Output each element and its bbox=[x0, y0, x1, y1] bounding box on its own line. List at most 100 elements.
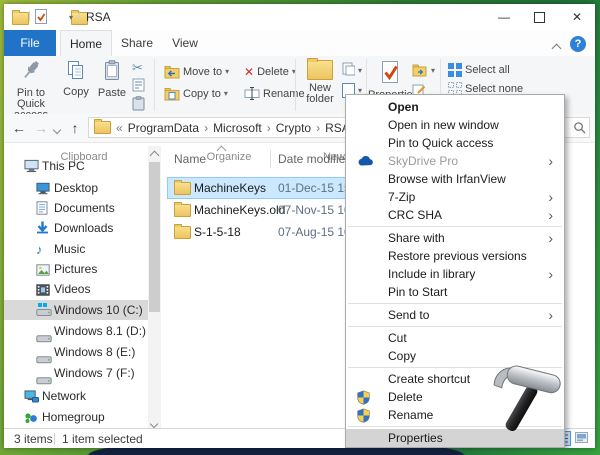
paste-shortcut-icon[interactable] bbox=[132, 96, 145, 114]
menu-item-pin-to-quick-access[interactable]: Pin to Quick access bbox=[346, 134, 564, 152]
sidebar-item-windows7-f[interactable]: Windows 7 (F:) bbox=[4, 363, 148, 383]
network-icon bbox=[24, 389, 39, 409]
window-title: RSA bbox=[86, 10, 111, 24]
copy-to-label: Copy to bbox=[183, 88, 221, 100]
sidebar-item-windows8-e[interactable]: Windows 8 (E:) bbox=[4, 342, 148, 362]
qat-dropdown-icon[interactable]: ▾ bbox=[69, 14, 73, 22]
menu-item-include-in-library[interactable]: Include in library› bbox=[346, 265, 564, 283]
submenu-arrow-icon: › bbox=[548, 188, 553, 206]
scroll-up-icon[interactable] bbox=[151, 148, 158, 162]
tab-file[interactable]: File bbox=[4, 30, 56, 56]
forward-button[interactable]: → bbox=[30, 114, 52, 142]
column-divider[interactable] bbox=[270, 150, 271, 168]
sort-ascending-icon bbox=[218, 143, 225, 157]
new-item-button[interactable]: ▾ bbox=[342, 62, 362, 79]
status-divider bbox=[54, 433, 55, 445]
properties-quick-icon[interactable] bbox=[35, 9, 47, 27]
explorer-app-icon bbox=[12, 12, 29, 25]
menu-item-7zip[interactable]: 7-Zip› bbox=[346, 188, 564, 206]
item-count: 3 items bbox=[14, 432, 53, 446]
crumb-microsoft[interactable]: Microsoft bbox=[213, 121, 262, 135]
select-all-icon bbox=[448, 63, 462, 77]
cut-icon[interactable]: ✂ bbox=[132, 60, 143, 76]
new-folder-button[interactable]: New folder bbox=[300, 58, 340, 105]
search-icon bbox=[573, 121, 586, 137]
hammer-watermark bbox=[486, 358, 574, 437]
uac-shield-icon bbox=[357, 408, 370, 428]
close-button[interactable]: ✕ bbox=[561, 6, 593, 28]
video-icon bbox=[36, 282, 50, 302]
crumb-separator: › bbox=[267, 121, 271, 135]
thumbnail-view-button[interactable] bbox=[574, 431, 591, 446]
paste-icon bbox=[94, 60, 130, 85]
column-header-date-modified[interactable]: Date modified bbox=[278, 152, 352, 166]
sidebar-scrollbar[interactable] bbox=[148, 146, 161, 428]
menu-separator bbox=[348, 226, 562, 227]
open-button[interactable]: ▾ bbox=[412, 62, 435, 79]
back-button[interactable]: ← bbox=[8, 114, 30, 142]
sidebar-item-windows81-d[interactable]: Windows 8.1 (D:) bbox=[4, 321, 148, 341]
sidebar-item-desktop[interactable]: Desktop bbox=[4, 178, 148, 198]
menu-item-skydrive-pro[interactable]: SkyDrive Pro › bbox=[346, 152, 564, 170]
maximize-icon bbox=[534, 12, 545, 23]
sidebar-item-homegroup[interactable]: Homegroup bbox=[4, 407, 148, 427]
sidebar-item-windows10-c[interactable]: Windows 10 (C:) bbox=[4, 300, 148, 320]
sidebar-item-videos[interactable]: Videos bbox=[4, 279, 148, 299]
paste-label: Paste bbox=[98, 87, 126, 99]
drive-windows-icon bbox=[36, 303, 52, 323]
delete-button[interactable]: ✕ Delete▾ bbox=[244, 63, 296, 80]
copy-to-button[interactable]: Copy to▾ bbox=[164, 85, 228, 102]
crumb-crypto[interactable]: Crypto bbox=[276, 121, 311, 135]
select-all-label: Select all bbox=[465, 64, 510, 76]
tab-view[interactable]: View bbox=[162, 30, 208, 55]
pin-to-quick-access-button[interactable]: Pin to Quick access bbox=[6, 58, 56, 121]
sidebar-item-this-pc[interactable]: This PC bbox=[4, 156, 148, 176]
column-header-name[interactable]: Name bbox=[174, 152, 206, 166]
delete-label: Delete bbox=[257, 66, 289, 78]
paste-button[interactable]: Paste bbox=[94, 58, 130, 99]
menu-item-browse-with-irfanview[interactable]: Browse with IrfanView bbox=[346, 170, 564, 188]
open-icon bbox=[412, 64, 428, 77]
menu-separator bbox=[348, 303, 562, 304]
new-folder-label-line2: folder bbox=[306, 93, 334, 105]
move-to-button[interactable]: Move to▾ bbox=[164, 63, 229, 80]
scrollbar-thumb[interactable] bbox=[149, 162, 160, 312]
sidebar-item-downloads[interactable]: Downloads bbox=[4, 218, 148, 238]
collapse-ribbon-icon[interactable] bbox=[553, 41, 560, 55]
copy-button[interactable]: Copy bbox=[58, 58, 94, 98]
help-icon[interactable]: ? bbox=[570, 36, 586, 52]
new-folder-icon bbox=[307, 60, 333, 80]
explorer-window: | ▾ | RSA — ✕ File Home Share View ? Pin… bbox=[4, 4, 595, 448]
menu-item-open-in-new-window[interactable]: Open in new window bbox=[346, 116, 564, 134]
maximize-button[interactable] bbox=[523, 6, 555, 28]
copy-to-icon bbox=[164, 87, 180, 101]
sidebar-item-music[interactable]: ♪ Music bbox=[4, 239, 148, 259]
select-none-label: Select none bbox=[465, 83, 523, 95]
tab-share[interactable]: Share bbox=[112, 30, 162, 55]
crumb-separator: › bbox=[316, 121, 320, 135]
location-folder-icon bbox=[94, 121, 111, 134]
sidebar-item-documents[interactable]: Documents bbox=[4, 198, 148, 218]
select-all-button[interactable]: Select all bbox=[448, 61, 510, 78]
crumb-programdata[interactable]: ProgramData bbox=[128, 121, 199, 135]
menu-item-open[interactable]: Open bbox=[346, 98, 564, 116]
copy-path-icon[interactable] bbox=[132, 78, 146, 95]
recent-locations-icon[interactable] bbox=[50, 114, 64, 142]
menu-item-send-to[interactable]: Send to› bbox=[346, 306, 564, 324]
menu-item-share-with[interactable]: Share with› bbox=[346, 229, 564, 247]
copy-label: Copy bbox=[63, 86, 89, 98]
title-bar: | ▾ | RSA — ✕ bbox=[4, 4, 595, 30]
submenu-arrow-icon: › bbox=[548, 265, 553, 283]
sidebar-item-pictures[interactable]: Pictures bbox=[4, 259, 148, 279]
up-button[interactable]: ↑ bbox=[64, 114, 86, 142]
menu-item-restore-previous-versions[interactable]: Restore previous versions bbox=[346, 247, 564, 265]
computer-icon bbox=[24, 159, 39, 179]
menu-item-pin-to-start[interactable]: Pin to Start bbox=[346, 283, 564, 301]
menu-item-cut[interactable]: Cut bbox=[346, 329, 564, 347]
menu-item-crc-sha[interactable]: CRC SHA› bbox=[346, 206, 564, 224]
selection-count: 1 item selected bbox=[62, 432, 143, 446]
tab-home[interactable]: Home bbox=[60, 30, 112, 56]
sidebar-item-network[interactable]: Network bbox=[4, 386, 148, 406]
minimize-button[interactable]: — bbox=[488, 6, 520, 28]
group-separator bbox=[295, 59, 296, 111]
